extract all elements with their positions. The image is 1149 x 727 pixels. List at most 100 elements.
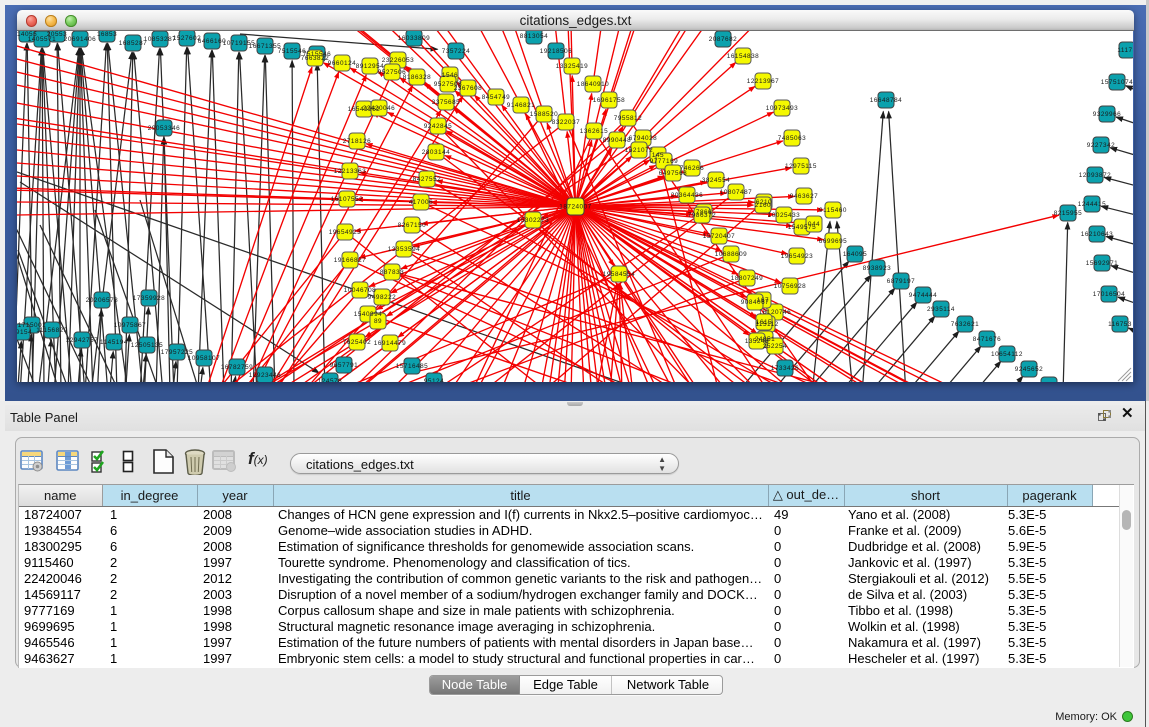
svg-text:2367608: 2367608 (454, 85, 482, 92)
svg-text:1733426: 1733426 (771, 365, 799, 372)
svg-text:044: 044 (808, 221, 820, 228)
svg-text:1244415: 1244415 (1078, 201, 1106, 208)
svg-text:89: 89 (374, 318, 382, 325)
svg-text:10025433: 10025433 (768, 212, 800, 219)
svg-text:10756928: 10756928 (774, 283, 806, 290)
svg-text:16120746: 16120746 (759, 309, 791, 316)
svg-text:11156829: 11156829 (36, 327, 67, 334)
svg-text:8215955: 8215955 (1054, 210, 1082, 217)
svg-text:20691406: 20691406 (64, 36, 96, 43)
svg-text:3824554: 3824554 (702, 177, 730, 184)
svg-text:16648784: 16648784 (870, 97, 902, 104)
svg-text:9474444: 9474444 (909, 292, 937, 299)
svg-text:8267150: 8267150 (398, 222, 426, 229)
svg-text:10807487: 10807487 (720, 189, 752, 196)
svg-text:12942757: 12942757 (66, 337, 98, 344)
svg-text:1615: 1615 (756, 319, 772, 326)
svg-text:29053346: 29053346 (148, 125, 180, 132)
svg-text:19654923: 19654923 (329, 229, 361, 236)
svg-text:95124: 95124 (424, 378, 444, 382)
svg-text:8938923: 8938923 (863, 265, 891, 272)
svg-text:7632621: 7632621 (951, 321, 979, 328)
svg-text:10973493: 10973493 (766, 105, 798, 112)
svg-text:1540994: 1540994 (354, 311, 382, 318)
svg-text:6879197: 6879197 (887, 278, 915, 285)
svg-text:12093872: 12093872 (1079, 172, 1111, 179)
svg-text:1621072: 1621072 (625, 147, 653, 154)
svg-text:16671355: 16671355 (249, 43, 281, 50)
svg-text:3375685: 3375685 (432, 99, 460, 106)
svg-text:887833: 887833 (380, 269, 404, 276)
svg-text:9463627: 9463627 (790, 193, 818, 200)
svg-text:10853287: 10853287 (144, 36, 176, 43)
svg-text:17016504: 17016504 (1093, 291, 1125, 298)
svg-text:7625402: 7625402 (343, 339, 371, 346)
svg-text:8322037: 8322037 (552, 119, 580, 126)
svg-text:12213967: 12213967 (747, 78, 779, 85)
svg-text:9242845: 9242845 (424, 123, 452, 130)
svg-text:9245652: 9245652 (1015, 366, 1043, 373)
svg-text:9084067: 9084067 (741, 299, 769, 306)
svg-text:1145194: 1145194 (100, 339, 128, 346)
svg-text:8471676: 8471676 (973, 336, 1001, 343)
svg-text:6794028: 6794028 (629, 135, 657, 142)
svg-text:9146821: 9146821 (507, 102, 535, 109)
svg-text:16853: 16853 (97, 31, 117, 38)
svg-text:12213363: 12213363 (334, 168, 366, 175)
svg-text:8427552: 8427552 (413, 176, 441, 183)
svg-text:1362615: 1362615 (580, 128, 608, 135)
svg-text:19584554: 19584554 (603, 271, 635, 278)
svg-text:18724007: 18724007 (559, 204, 591, 211)
svg-text:16961758: 16961758 (593, 97, 625, 104)
svg-text:18640910: 18640910 (577, 81, 609, 88)
svg-text:7663822: 7663822 (301, 55, 329, 62)
svg-text:746266: 746266 (680, 165, 704, 172)
svg-text:19218506: 19218506 (540, 48, 572, 55)
svg-text:11173: 11173 (1117, 47, 1133, 54)
svg-text:16033809: 16033809 (398, 35, 430, 42)
svg-text:10046708: 10046708 (344, 287, 376, 294)
svg-text:16210643: 16210643 (1081, 231, 1113, 238)
svg-text:9329966: 9329966 (1093, 111, 1121, 118)
svg-text:19654923: 19654923 (781, 253, 813, 260)
svg-text:15302273: 15302273 (517, 217, 549, 224)
svg-text:15716485: 15716485 (396, 363, 428, 370)
svg-text:124578: 124578 (318, 378, 342, 382)
svg-text:6699695: 6699695 (819, 238, 847, 245)
svg-text:9660124: 9660124 (328, 60, 356, 67)
svg-text:135248: 135248 (745, 338, 769, 345)
svg-text:17359928: 17359928 (133, 295, 165, 302)
svg-text:7986372: 7986372 (688, 212, 716, 219)
svg-text:10958107: 10958107 (188, 355, 220, 362)
svg-text:2718126: 2718126 (343, 138, 371, 145)
svg-text:18807249: 18807249 (731, 275, 763, 282)
svg-text:13325419: 13325419 (556, 63, 588, 70)
svg-text:7955812: 7955812 (614, 115, 642, 122)
svg-text:10975867: 10975867 (114, 322, 146, 329)
svg-text:9657791: 9657791 (330, 362, 358, 369)
svg-text:20364436: 20364436 (671, 192, 703, 199)
svg-text:9115460: 9115460 (819, 207, 847, 214)
svg-text:10688609: 10688609 (715, 251, 747, 258)
svg-text:2087682: 2087682 (709, 36, 737, 43)
svg-text:39154: 39154 (17, 329, 32, 336)
svg-text:1546: 1546 (442, 72, 458, 79)
svg-text:10654112: 10654112 (991, 351, 1023, 358)
svg-text:2935114: 2935114 (927, 306, 955, 313)
svg-text:20206578: 20206578 (86, 297, 118, 304)
svg-text:9227342: 9227342 (1087, 142, 1115, 149)
svg-text:12923446: 12923446 (249, 372, 281, 379)
svg-text:7357224: 7357224 (442, 48, 470, 55)
svg-text:15720407: 15720407 (703, 233, 735, 240)
svg-text:23226053: 23226053 (382, 57, 414, 64)
svg-text:16914479: 16914479 (374, 340, 406, 347)
svg-text:8990448: 8990448 (603, 137, 631, 144)
svg-text:22420046: 22420046 (363, 105, 395, 112)
svg-text:9498222: 9498222 (368, 294, 396, 301)
svg-text:8454749: 8454749 (482, 94, 510, 101)
svg-text:417006: 417006 (409, 199, 433, 206)
svg-text:7485063: 7485063 (778, 135, 806, 142)
svg-text:9777169: 9777169 (650, 158, 678, 165)
svg-text:19166827: 19166827 (334, 257, 366, 264)
svg-text:12505135: 12505135 (131, 342, 163, 349)
